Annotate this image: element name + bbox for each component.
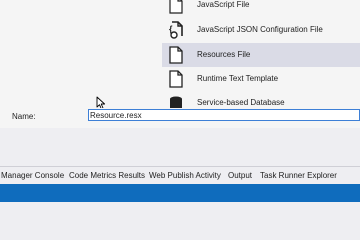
name-input[interactable] xyxy=(88,109,360,121)
template-item-database[interactable]: Service-based Database xyxy=(162,91,360,108)
tab-task-runner-explorer[interactable]: Task Runner Explorer xyxy=(260,167,337,184)
tab-code-metrics-results[interactable]: Code Metrics Results xyxy=(69,167,145,184)
template-item-label: Service-based Database xyxy=(197,98,285,107)
tab-web-publish-activity[interactable]: Web Publish Activity xyxy=(149,167,221,184)
template-item-label: Resources File xyxy=(197,50,251,59)
text-template-icon xyxy=(169,70,183,88)
status-bar xyxy=(0,184,360,202)
template-item-label: JavaScript File xyxy=(197,0,250,9)
template-item-resources-file[interactable]: Resources File xyxy=(162,43,360,67)
tab-package-manager-console[interactable]: Manager Console xyxy=(1,167,64,184)
template-item-label: JavaScript JSON Configuration File xyxy=(197,25,323,34)
resources-file-icon xyxy=(169,46,183,64)
name-label: Name: xyxy=(12,112,36,121)
json-config-file-icon: { xyxy=(169,21,183,39)
template-item-json-config[interactable]: { JavaScript JSON Configuration File xyxy=(162,18,360,42)
tab-output[interactable]: Output xyxy=(228,167,252,184)
database-icon xyxy=(170,96,182,108)
empty-area xyxy=(0,128,360,166)
template-category-pane xyxy=(0,0,162,108)
template-item-text-template[interactable]: Runtime Text Template xyxy=(162,67,360,91)
template-item-javascript-file[interactable]: JavaScript File xyxy=(162,0,360,17)
template-list: JavaScript File { JavaScript JSON Config… xyxy=(162,0,360,108)
javascript-file-icon xyxy=(169,0,183,14)
template-item-label: Runtime Text Template xyxy=(197,74,279,83)
